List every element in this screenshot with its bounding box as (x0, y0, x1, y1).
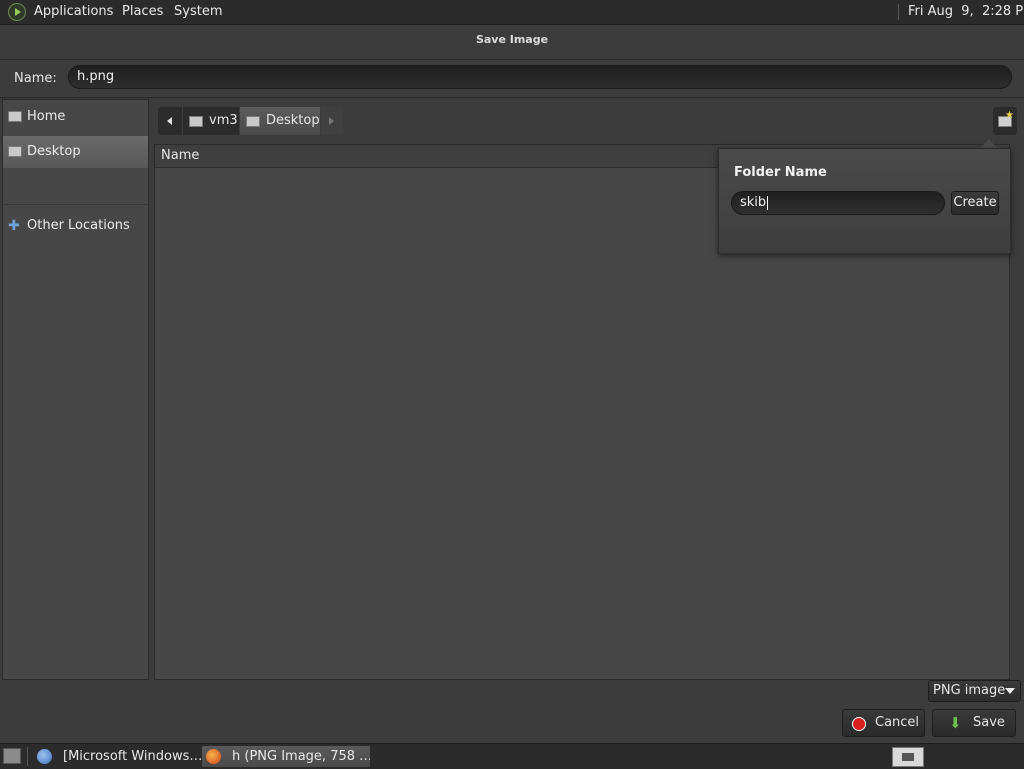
sidebar-item-label: Other Locations (27, 218, 130, 233)
create-button[interactable]: Create (951, 191, 999, 215)
folder-icon (8, 111, 22, 122)
breadcrumb-label: vm3 (209, 113, 238, 128)
new-star-icon: ★ (1005, 110, 1014, 121)
path-scroll-left-button[interactable] (158, 107, 182, 135)
stop-icon (852, 717, 866, 731)
save-button[interactable]: ⬇ Save (932, 709, 1016, 737)
taskbar-item-label: [Microsoft Windows… (63, 749, 201, 764)
clock[interactable]: Fri Aug 9, 2:28 PM (908, 0, 1024, 24)
save-label: Save (973, 715, 1005, 730)
menu-places[interactable]: Places (122, 0, 163, 24)
column-name-header[interactable]: Name (161, 145, 199, 167)
panel-separator (898, 4, 899, 20)
places-sidebar: Home Desktop ✚ Other Locations (2, 99, 149, 680)
taskbar-separator (27, 747, 28, 766)
menu-system[interactable]: System (174, 0, 222, 24)
taskbar-item-browser[interactable]: [Microsoft Windows… (33, 746, 201, 767)
cancel-label: Cancel (875, 715, 920, 730)
top-panel: Applications Places System Fri Aug 9, 2:… (0, 0, 1024, 25)
taskbar-item-firefox[interactable]: h (PNG Image, 758 … (202, 746, 370, 767)
folder-icon (8, 146, 22, 157)
sidebar-separator (3, 204, 148, 205)
breadcrumb-vm3[interactable]: vm3 (183, 107, 239, 135)
new-folder-popover: Folder Name skib Create (718, 148, 1011, 254)
text-cursor (767, 195, 769, 210)
folder-name-value: skib (740, 195, 767, 210)
taskbar-item-label: h (PNG Image, 758 … (232, 749, 370, 764)
sidebar-item-label: Home (27, 109, 66, 124)
sidebar-item-other-locations[interactable]: ✚ Other Locations (3, 210, 148, 242)
filename-input[interactable]: h.png (68, 65, 1012, 89)
filetype-value: PNG image (933, 683, 1006, 698)
save-dialog: Save Image Name: h.png Home Desktop ✚ Ot… (0, 25, 1024, 743)
plus-icon: ✚ (8, 218, 20, 234)
divider (0, 97, 1024, 98)
folder-name-label: Folder Name (734, 165, 827, 180)
folder-icon (189, 116, 203, 127)
show-desktop-icon[interactable] (3, 748, 21, 764)
folder-icon (246, 116, 260, 127)
folder-name-input[interactable]: skib (731, 191, 945, 215)
download-icon: ⬇ (949, 714, 962, 732)
filetype-dropdown[interactable]: PNG image (928, 680, 1021, 702)
create-folder-button[interactable]: ★ (993, 107, 1017, 135)
breadcrumb-label: Desktop (266, 113, 320, 128)
firefox-icon (206, 749, 221, 764)
divider (0, 59, 1024, 60)
sidebar-item-label: Desktop (27, 144, 81, 159)
bottom-taskbar: [Microsoft Windows… h (PNG Image, 758 … (0, 743, 1024, 769)
breadcrumb-desktop[interactable]: Desktop (240, 107, 320, 135)
cancel-button[interactable]: Cancel (842, 709, 925, 737)
browser-icon (37, 749, 52, 764)
distro-logo-icon[interactable] (8, 3, 26, 21)
menu-applications[interactable]: Applications (34, 0, 113, 24)
chevron-down-icon (1005, 688, 1015, 694)
workspace-switcher[interactable] (892, 747, 924, 767)
sidebar-item-desktop[interactable]: Desktop (3, 136, 148, 168)
name-label: Name: (14, 71, 57, 86)
dialog-title: Save Image (475, 33, 549, 46)
sidebar-item-home[interactable]: Home (3, 101, 148, 133)
path-scroll-right-button[interactable] (321, 107, 343, 135)
